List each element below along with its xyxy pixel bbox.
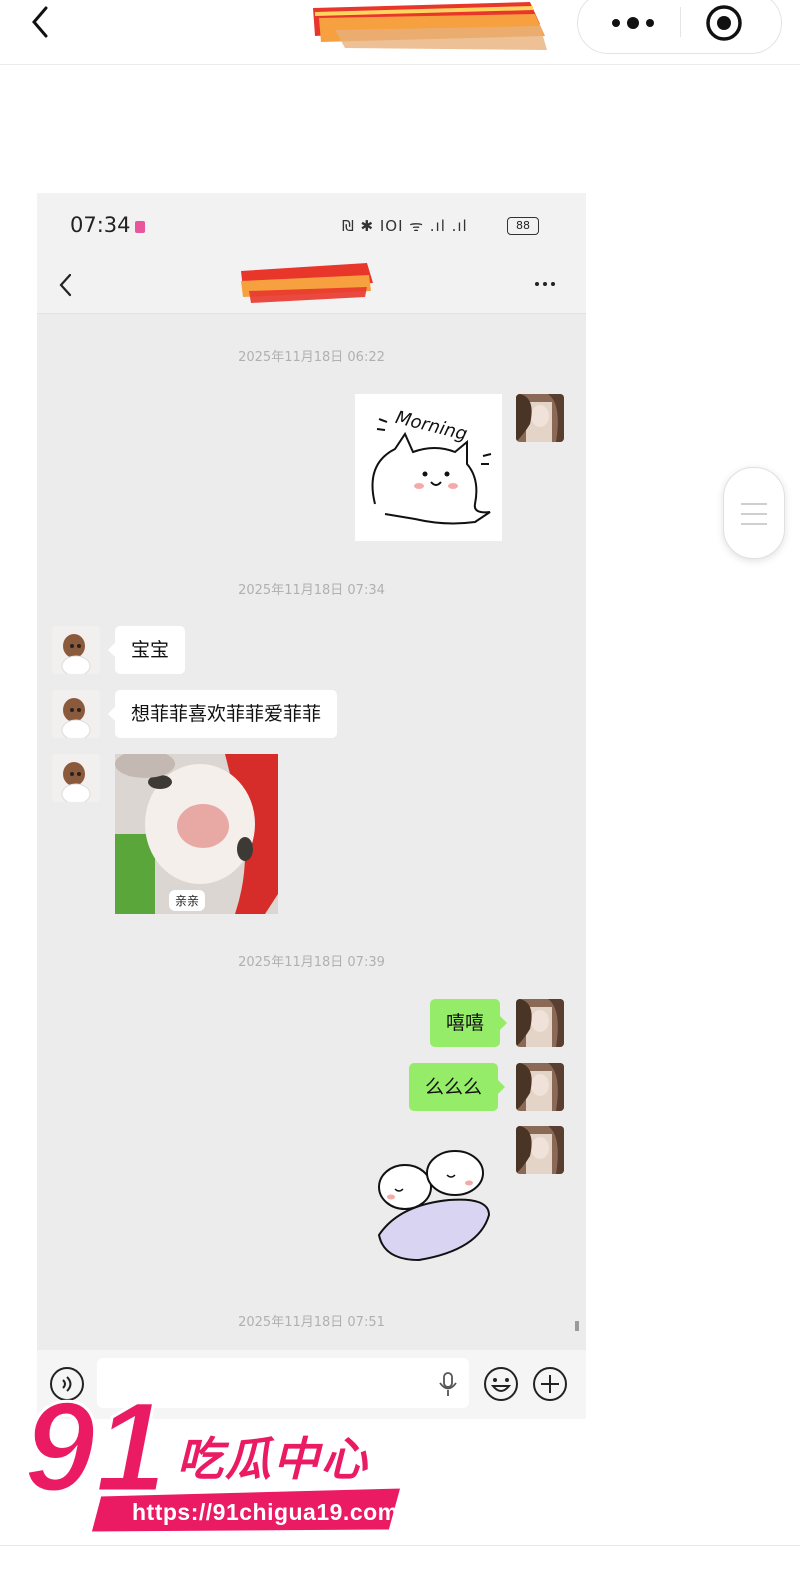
message-bubble[interactable]: 嘻嘻 [430,999,508,1047]
sticker-cuddle[interactable] [359,1145,499,1265]
avatar-contact-image [52,754,100,802]
message-bubble[interactable]: 想菲菲喜欢菲菲爱菲菲 [107,690,338,738]
plus-icon [533,1367,567,1401]
scrollbar[interactable] [575,1321,579,1331]
sticker-morning-text: Morning [393,407,469,445]
mic-button[interactable] [435,1370,461,1398]
cat-drawing: Morning [371,407,492,525]
chevron-left-icon [59,273,72,297]
menu-lines-icon [741,513,767,515]
mic-icon [439,1372,457,1396]
message-bubble[interactable]: 么么么 [409,1063,506,1111]
avatar-self-image [516,394,564,442]
menu-lines-icon [741,523,767,525]
plus-button[interactable] [532,1366,568,1402]
side-menu-handle[interactable] [723,467,785,559]
cuddle-drawing [377,1150,491,1262]
mini-program-capsule [577,0,782,54]
close-button[interactable] [700,1,760,45]
status-time: 07:34 [70,213,131,237]
message-bubble[interactable]: 宝宝 [107,626,186,674]
more-dots-icon [535,282,555,286]
timestamp: 2025年11月18日 07:39 [238,955,385,970]
capsule-divider [680,7,681,37]
avatar-contact[interactable] [52,626,100,674]
redaction-mark [241,263,373,303]
timestamp: 2025年11月18日 07:51 [238,1315,385,1330]
avatar-self-image [516,1063,564,1111]
watermark-title: 吃瓜中心 [177,1432,369,1486]
chat-more-button[interactable] [527,269,567,299]
timestamp: 2025年11月18日 06:22 [238,350,385,365]
more-dots-icon [612,17,654,29]
back-button[interactable] [22,2,62,42]
record-target-icon [706,5,742,41]
emoji-icon [484,1367,518,1401]
battery-indicator: 88 [507,217,539,235]
top-bar [0,0,800,65]
sticker-kiss-cat[interactable]: 亲亲 [115,754,278,914]
emoji-button[interactable] [483,1366,519,1402]
avatar-self-image [516,999,564,1047]
status-bar: 07:34 ₪ ✱ ⅠOⅠ ᯤ .ıl .ıl 88 [37,193,586,257]
chat-header [37,257,586,314]
timestamp: 2025年11月18日 07:34 [238,583,385,598]
avatar-self-image [516,1126,564,1174]
avatar-self[interactable] [516,999,564,1047]
redaction-mark [313,2,547,50]
avatar-self[interactable] [516,1126,564,1174]
chat-back-button[interactable] [51,265,81,305]
bottom-divider [0,1545,800,1546]
watermark-url: https://91chigua19.com [132,1499,399,1525]
more-button[interactable] [598,1,668,45]
avatar-self[interactable] [516,1063,564,1111]
notification-badge [135,221,145,233]
avatar-contact-image [52,690,100,738]
avatar-contact[interactable] [52,690,100,738]
sticker-morning[interactable]: Morning [355,394,502,541]
chevron-left-icon [32,6,48,38]
avatar-contact[interactable] [52,754,100,802]
status-icons: ₪ ✱ ⅠOⅠ ᯤ .ıl .ıl [342,217,468,235]
menu-lines-icon [741,503,767,505]
watermark-logo: 91 吃瓜中心 https://91chigua19.com [22,1375,407,1540]
avatar-contact-image [52,626,100,674]
sticker-caption: 亲亲 [169,890,206,911]
avatar-self[interactable] [516,394,564,442]
chat-screenshot: 07:34 ₪ ✱ ⅠOⅠ ᯤ .ıl .ıl 88 2025年11月18日 0… [37,193,586,1419]
